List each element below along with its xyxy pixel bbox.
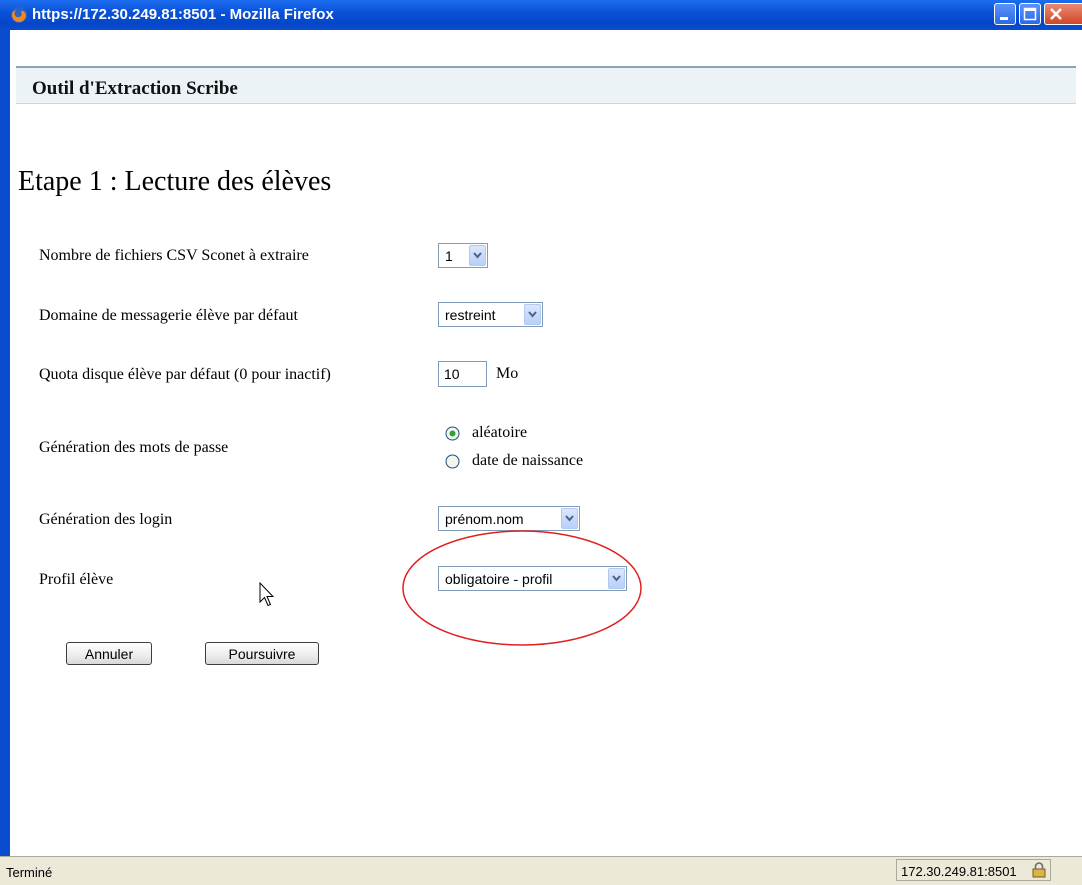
csv-count-value: 1	[445, 248, 453, 264]
password-random-label: aléatoire	[472, 424, 528, 441]
continue-button[interactable]: Poursuivre	[205, 642, 319, 665]
maximize-button[interactable]	[1019, 3, 1041, 25]
mail-domain-select[interactable]: restreint	[438, 302, 543, 327]
lock-icon[interactable]	[1030, 861, 1048, 879]
csv-count-select[interactable]: 1	[438, 243, 488, 268]
chevron-down-icon	[469, 245, 486, 266]
status-url-panel: 172.30.249.81:8501	[896, 859, 1051, 881]
password-birthdate-label: date de naissance	[472, 452, 584, 469]
mouse-cursor-icon	[259, 582, 275, 607]
status-text: Terminé	[6, 865, 53, 880]
quota-unit: Mo	[496, 365, 519, 382]
minimize-icon	[1000, 17, 1008, 20]
firefox-icon	[11, 7, 27, 23]
window-titlebar: https://172.30.249.81:8501 - Mozilla Fir…	[0, 0, 1082, 30]
cancel-button[interactable]: Annuler	[66, 642, 152, 665]
quota-label: Quota disque élève par défaut (0 pour in…	[39, 366, 331, 383]
password-birthdate-radio[interactable]	[445, 454, 460, 469]
status-url: 172.30.249.81:8501	[901, 864, 1017, 879]
minimize-button[interactable]	[994, 3, 1016, 25]
chevron-down-icon	[561, 508, 578, 529]
profile-label: Profil élève	[39, 571, 114, 588]
window-left-border	[0, 30, 10, 856]
mail-domain-value: restreint	[445, 307, 496, 323]
app-header: Outil d'Extraction Scribe	[16, 66, 1076, 104]
csv-count-label: Nombre de fichiers CSV Sconet à extraire	[39, 247, 309, 264]
password-random-radio[interactable]	[445, 426, 460, 441]
window-title: https://172.30.249.81:8501 - Mozilla Fir…	[32, 6, 334, 23]
login-label: Génération des login	[39, 511, 173, 528]
maximize-icon	[1023, 7, 1037, 21]
login-value: prénom.nom	[445, 511, 524, 527]
app-title: Outil d'Extraction Scribe	[32, 78, 238, 99]
annotation-ellipse	[402, 530, 642, 646]
page-title: Etape 1 : Lecture des élèves	[18, 166, 332, 197]
mail-domain-label: Domaine de messagerie élève par défaut	[39, 307, 298, 324]
close-icon	[1050, 8, 1062, 20]
status-bar: Terminé 172.30.249.81:8501	[0, 856, 1082, 885]
password-label: Génération des mots de passe	[39, 439, 229, 456]
chevron-down-icon	[524, 304, 541, 325]
quota-input[interactable]	[438, 361, 487, 387]
close-button[interactable]	[1044, 3, 1082, 25]
